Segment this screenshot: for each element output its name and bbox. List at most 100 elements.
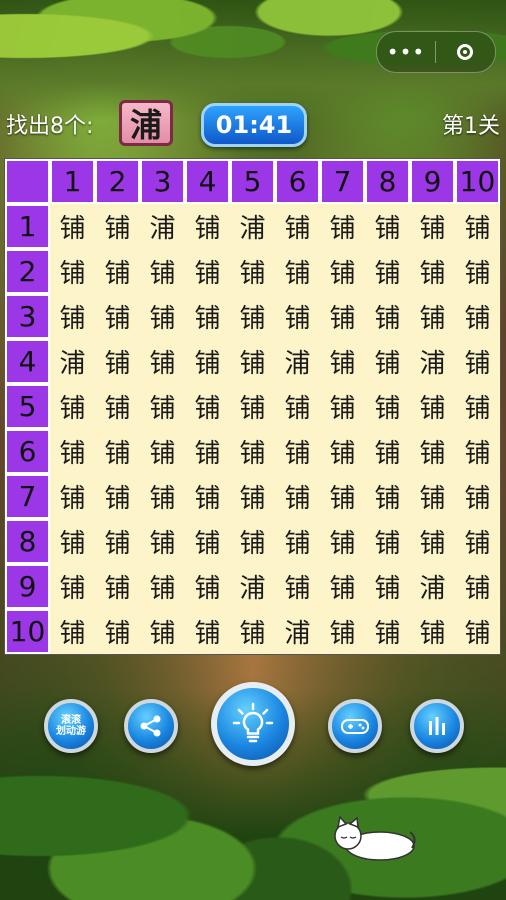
grid-cell[interactable]: 铺 bbox=[95, 429, 140, 474]
grid-cell[interactable]: 铺 bbox=[455, 249, 500, 294]
grid-cell[interactable]: 铺 bbox=[365, 429, 410, 474]
grid-cell[interactable]: 铺 bbox=[140, 294, 185, 339]
grid-cell[interactable]: 铺 bbox=[230, 429, 275, 474]
grid-cell[interactable]: 铺 bbox=[365, 474, 410, 519]
grid-cell[interactable]: 铺 bbox=[365, 519, 410, 564]
grid-cell[interactable]: 铺 bbox=[230, 609, 275, 654]
grid-cell[interactable]: 铺 bbox=[320, 474, 365, 519]
grid-cell[interactable]: 浦 bbox=[410, 339, 455, 384]
grid-cell[interactable]: 浦 bbox=[50, 339, 95, 384]
grid-cell[interactable]: 铺 bbox=[140, 429, 185, 474]
grid-cell[interactable]: 铺 bbox=[320, 564, 365, 609]
grid-cell[interactable]: 铺 bbox=[95, 294, 140, 339]
grid-cell[interactable]: 铺 bbox=[230, 519, 275, 564]
grid-cell[interactable]: 铺 bbox=[185, 564, 230, 609]
grid-cell[interactable]: 铺 bbox=[95, 519, 140, 564]
grid-cell[interactable]: 铺 bbox=[275, 564, 320, 609]
grid-cell[interactable]: 铺 bbox=[185, 519, 230, 564]
grid-cell[interactable]: 铺 bbox=[455, 294, 500, 339]
grid-cell[interactable]: 铺 bbox=[410, 384, 455, 429]
grid-cell[interactable]: 铺 bbox=[410, 429, 455, 474]
share-button[interactable] bbox=[124, 699, 178, 753]
grid-cell[interactable]: 铺 bbox=[455, 609, 500, 654]
grid-cell[interactable]: 铺 bbox=[365, 204, 410, 249]
grid-cell[interactable]: 铺 bbox=[185, 204, 230, 249]
grid-cell[interactable]: 铺 bbox=[365, 249, 410, 294]
grid-cell[interactable]: 铺 bbox=[95, 474, 140, 519]
grid-cell[interactable]: 铺 bbox=[275, 384, 320, 429]
close-circle-icon[interactable] bbox=[436, 44, 494, 60]
grid-cell[interactable]: 铺 bbox=[50, 204, 95, 249]
grid-cell[interactable]: 铺 bbox=[410, 519, 455, 564]
grid-cell[interactable]: 铺 bbox=[185, 249, 230, 294]
more-dots-icon[interactable]: ••• bbox=[377, 32, 435, 72]
more-games-button[interactable]: 滚滚 划动游 bbox=[44, 699, 98, 753]
grid-cell[interactable]: 铺 bbox=[365, 339, 410, 384]
grid-cell[interactable]: 铺 bbox=[95, 339, 140, 384]
grid-cell[interactable]: 铺 bbox=[140, 249, 185, 294]
grid-cell[interactable]: 浦 bbox=[410, 564, 455, 609]
ranking-button[interactable] bbox=[410, 699, 464, 753]
grid-cell[interactable]: 铺 bbox=[95, 204, 140, 249]
grid-cell[interactable]: 浦 bbox=[230, 564, 275, 609]
grid-cell[interactable]: 铺 bbox=[230, 249, 275, 294]
grid-cell[interactable]: 铺 bbox=[275, 429, 320, 474]
grid-cell[interactable]: 铺 bbox=[365, 294, 410, 339]
grid-cell[interactable]: 铺 bbox=[185, 339, 230, 384]
grid-cell[interactable]: 铺 bbox=[320, 204, 365, 249]
grid-cell[interactable]: 铺 bbox=[50, 384, 95, 429]
grid-cell[interactable]: 铺 bbox=[230, 294, 275, 339]
grid-cell[interactable]: 浦 bbox=[230, 204, 275, 249]
grid-cell[interactable]: 铺 bbox=[50, 609, 95, 654]
grid-cell[interactable]: 铺 bbox=[140, 519, 185, 564]
grid-cell[interactable]: 铺 bbox=[365, 609, 410, 654]
grid-cell[interactable]: 铺 bbox=[50, 429, 95, 474]
grid-cell[interactable]: 铺 bbox=[50, 474, 95, 519]
grid-cell[interactable]: 铺 bbox=[140, 564, 185, 609]
grid-cell[interactable]: 铺 bbox=[455, 384, 500, 429]
grid-cell[interactable]: 铺 bbox=[320, 294, 365, 339]
grid-cell[interactable]: 铺 bbox=[320, 609, 365, 654]
grid-cell[interactable]: 铺 bbox=[185, 474, 230, 519]
grid-cell[interactable]: 铺 bbox=[365, 384, 410, 429]
grid-cell[interactable]: 浦 bbox=[275, 339, 320, 384]
grid-cell[interactable]: 铺 bbox=[275, 249, 320, 294]
grid-cell[interactable]: 浦 bbox=[140, 204, 185, 249]
grid-cell[interactable]: 铺 bbox=[275, 204, 320, 249]
grid-cell[interactable]: 铺 bbox=[410, 249, 455, 294]
grid-cell[interactable]: 铺 bbox=[50, 564, 95, 609]
grid-cell[interactable]: 铺 bbox=[410, 204, 455, 249]
grid-cell[interactable]: 铺 bbox=[95, 249, 140, 294]
grid-cell[interactable]: 铺 bbox=[275, 474, 320, 519]
grid-cell[interactable]: 铺 bbox=[455, 204, 500, 249]
grid-cell[interactable]: 铺 bbox=[455, 519, 500, 564]
grid-cell[interactable]: 铺 bbox=[140, 384, 185, 429]
grid-cell[interactable]: 铺 bbox=[140, 339, 185, 384]
grid-cell[interactable]: 铺 bbox=[275, 294, 320, 339]
grid-cell[interactable]: 铺 bbox=[50, 294, 95, 339]
grid-cell[interactable]: 铺 bbox=[95, 609, 140, 654]
grid-cell[interactable]: 铺 bbox=[320, 519, 365, 564]
grid-cell[interactable]: 铺 bbox=[230, 474, 275, 519]
grid-cell[interactable]: 铺 bbox=[410, 294, 455, 339]
grid-cell[interactable]: 铺 bbox=[185, 429, 230, 474]
grid-cell[interactable]: 铺 bbox=[185, 609, 230, 654]
grid-cell[interactable]: 铺 bbox=[455, 564, 500, 609]
grid-cell[interactable]: 铺 bbox=[95, 384, 140, 429]
grid-cell[interactable]: 铺 bbox=[140, 609, 185, 654]
grid-cell[interactable]: 铺 bbox=[230, 339, 275, 384]
grid-cell[interactable]: 铺 bbox=[455, 429, 500, 474]
grid-cell[interactable]: 铺 bbox=[320, 429, 365, 474]
hint-button[interactable] bbox=[211, 682, 295, 766]
grid-cell[interactable]: 铺 bbox=[185, 384, 230, 429]
grid-cell[interactable]: 铺 bbox=[410, 609, 455, 654]
grid-cell[interactable]: 铺 bbox=[140, 474, 185, 519]
grid-cell[interactable]: 铺 bbox=[50, 249, 95, 294]
grid-cell[interactable]: 铺 bbox=[50, 519, 95, 564]
grid-cell[interactable]: 铺 bbox=[275, 519, 320, 564]
grid-cell[interactable]: 铺 bbox=[455, 474, 500, 519]
grid-cell[interactable]: 铺 bbox=[95, 564, 140, 609]
grid-cell[interactable]: 铺 bbox=[365, 564, 410, 609]
grid-cell[interactable]: 铺 bbox=[230, 384, 275, 429]
game-center-button[interactable] bbox=[328, 699, 382, 753]
